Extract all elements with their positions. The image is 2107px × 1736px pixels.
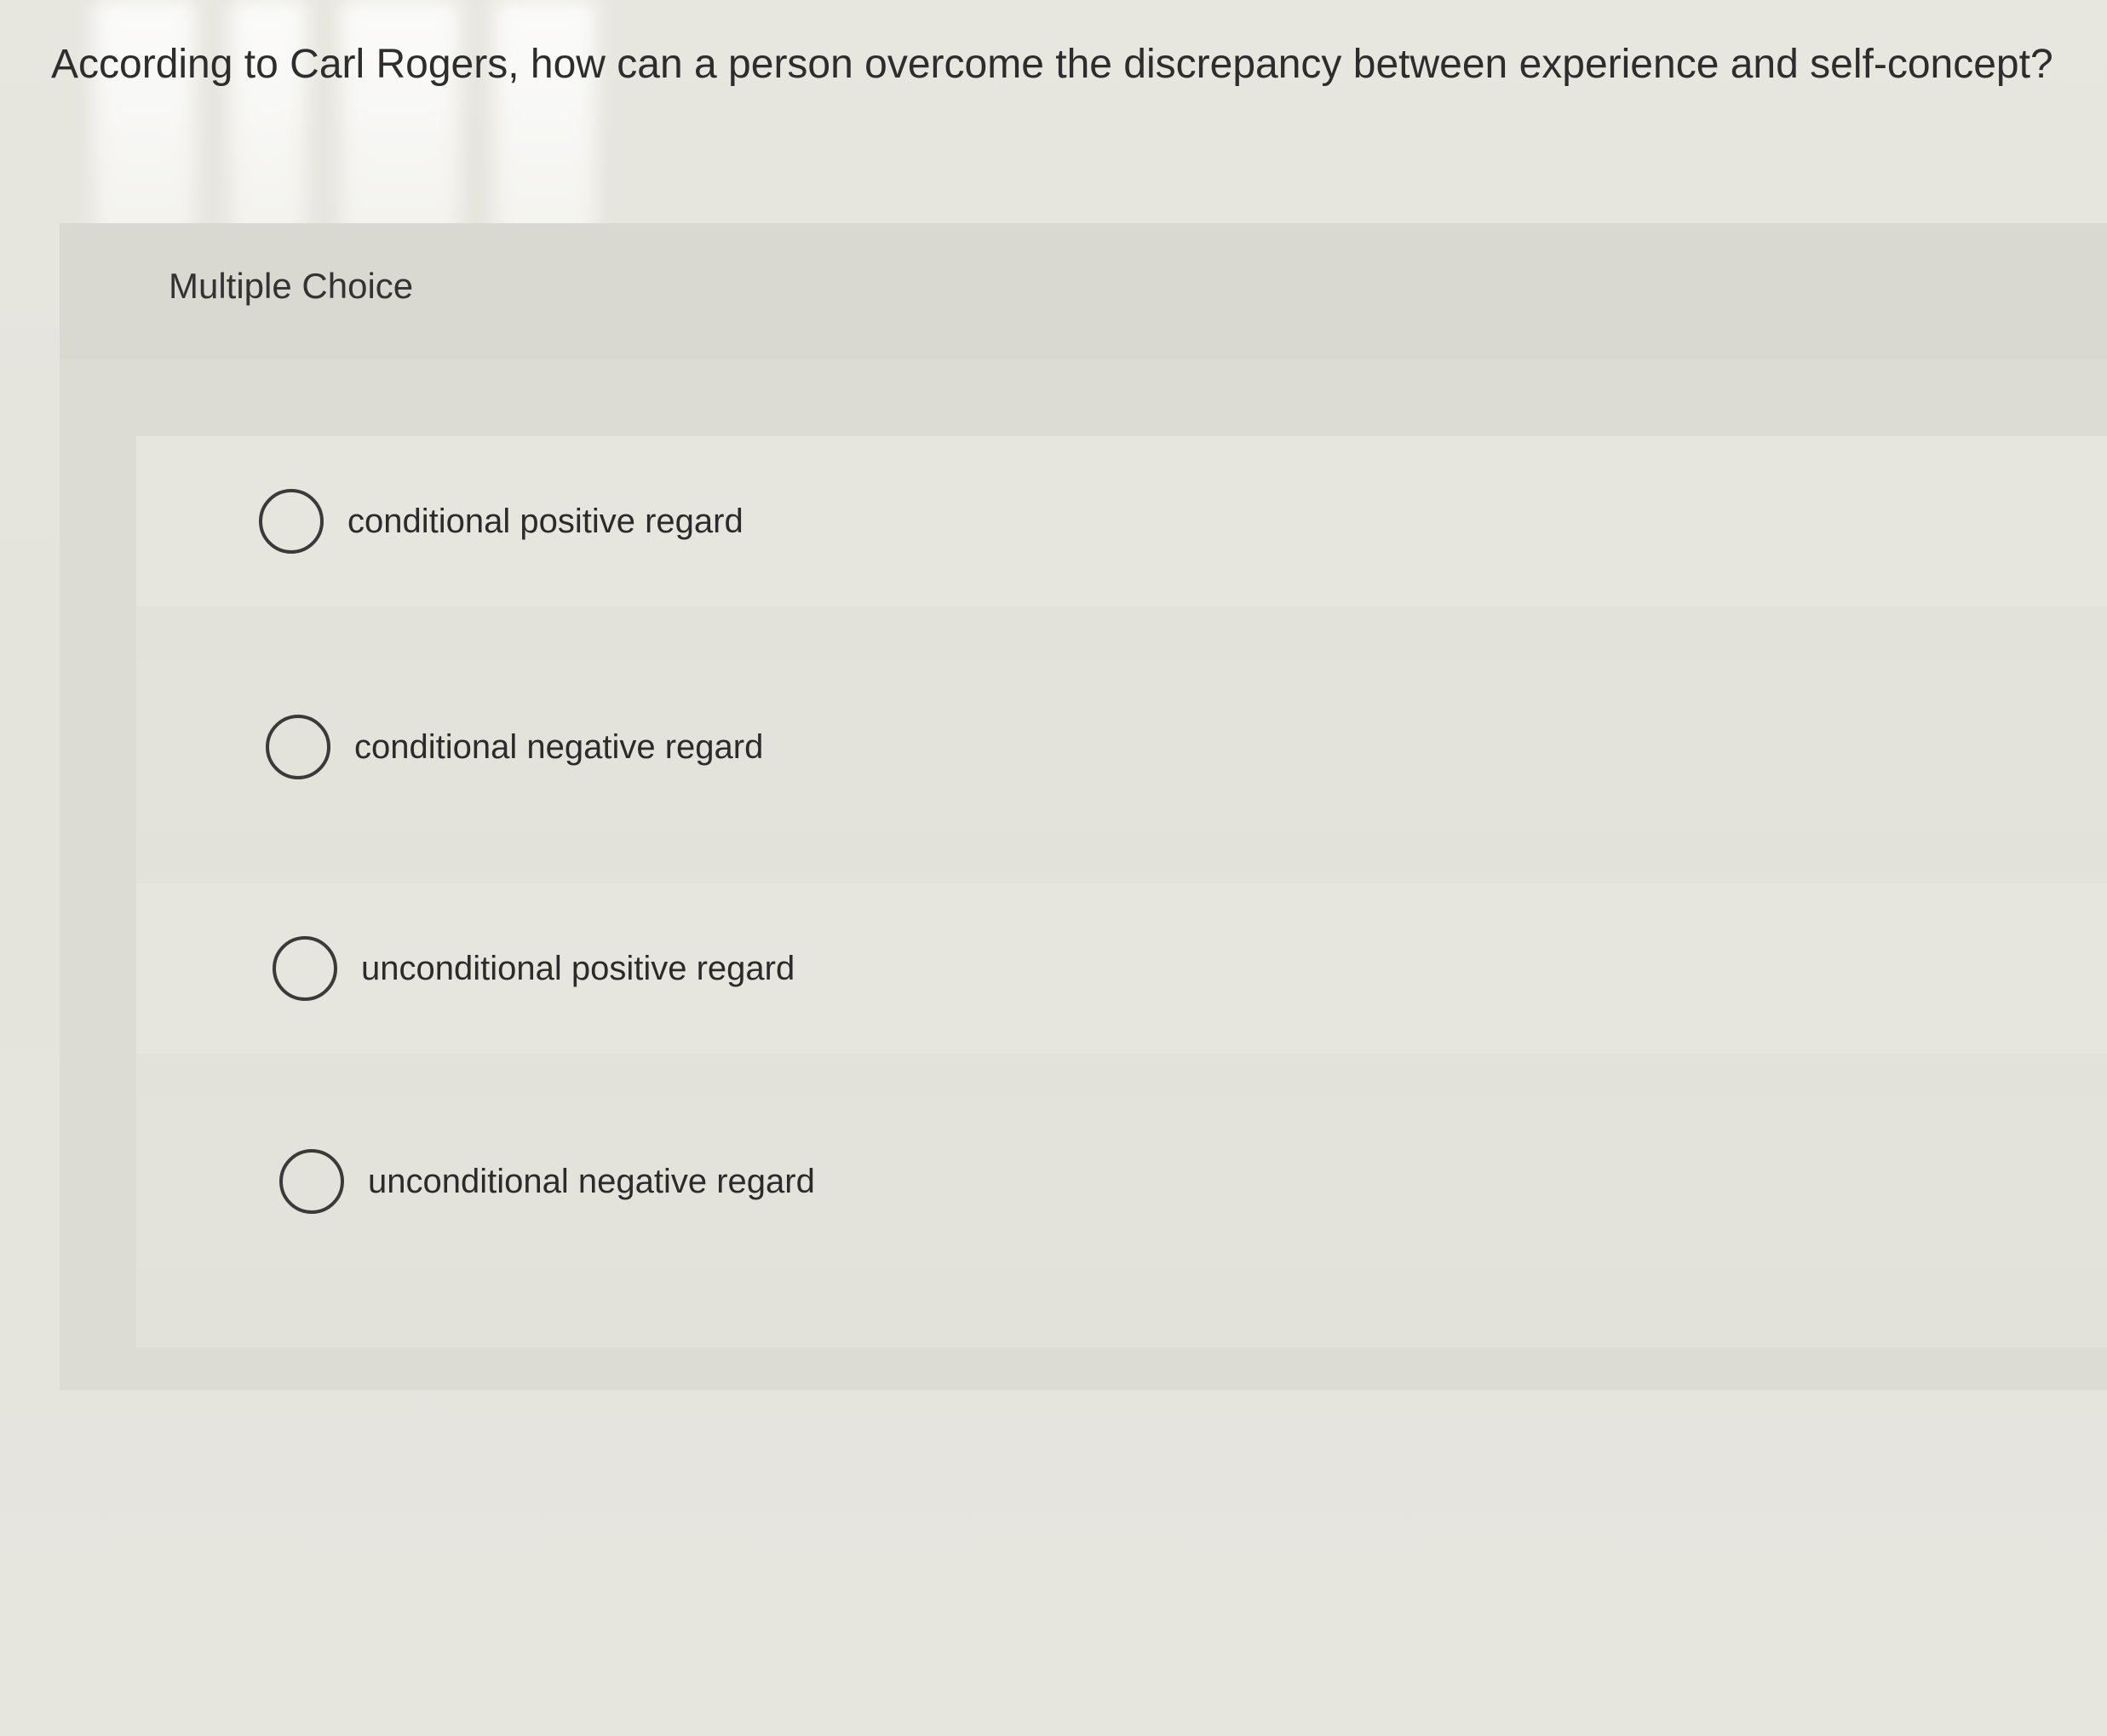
option-label[interactable]: conditional negative regard	[354, 728, 763, 767]
radio-button[interactable]	[266, 715, 330, 779]
question-type-label: Multiple Choice	[169, 266, 414, 306]
radio-button[interactable]	[273, 936, 337, 1001]
radio-button[interactable]	[279, 1149, 344, 1214]
answer-option[interactable]: unconditional positive regard	[136, 883, 2107, 1054]
answer-option[interactable]: conditional negative regard	[136, 662, 2107, 832]
option-label[interactable]: unconditional positive regard	[361, 950, 795, 988]
option-label[interactable]: unconditional negative regard	[368, 1163, 815, 1201]
panel-header: Multiple Choice	[60, 223, 2107, 359]
option-label[interactable]: conditional positive regard	[347, 503, 743, 541]
answer-option[interactable]: unconditional negative regard	[136, 1096, 2107, 1267]
radio-button[interactable]	[259, 489, 324, 554]
answer-options: conditional positive regard conditional …	[136, 436, 2107, 1348]
answer-option[interactable]: conditional positive regard	[136, 436, 2107, 606]
question-panel: Multiple Choice conditional positive reg…	[60, 223, 2107, 1390]
question-text: According to Carl Rogers, how can a pers…	[51, 42, 2053, 87]
